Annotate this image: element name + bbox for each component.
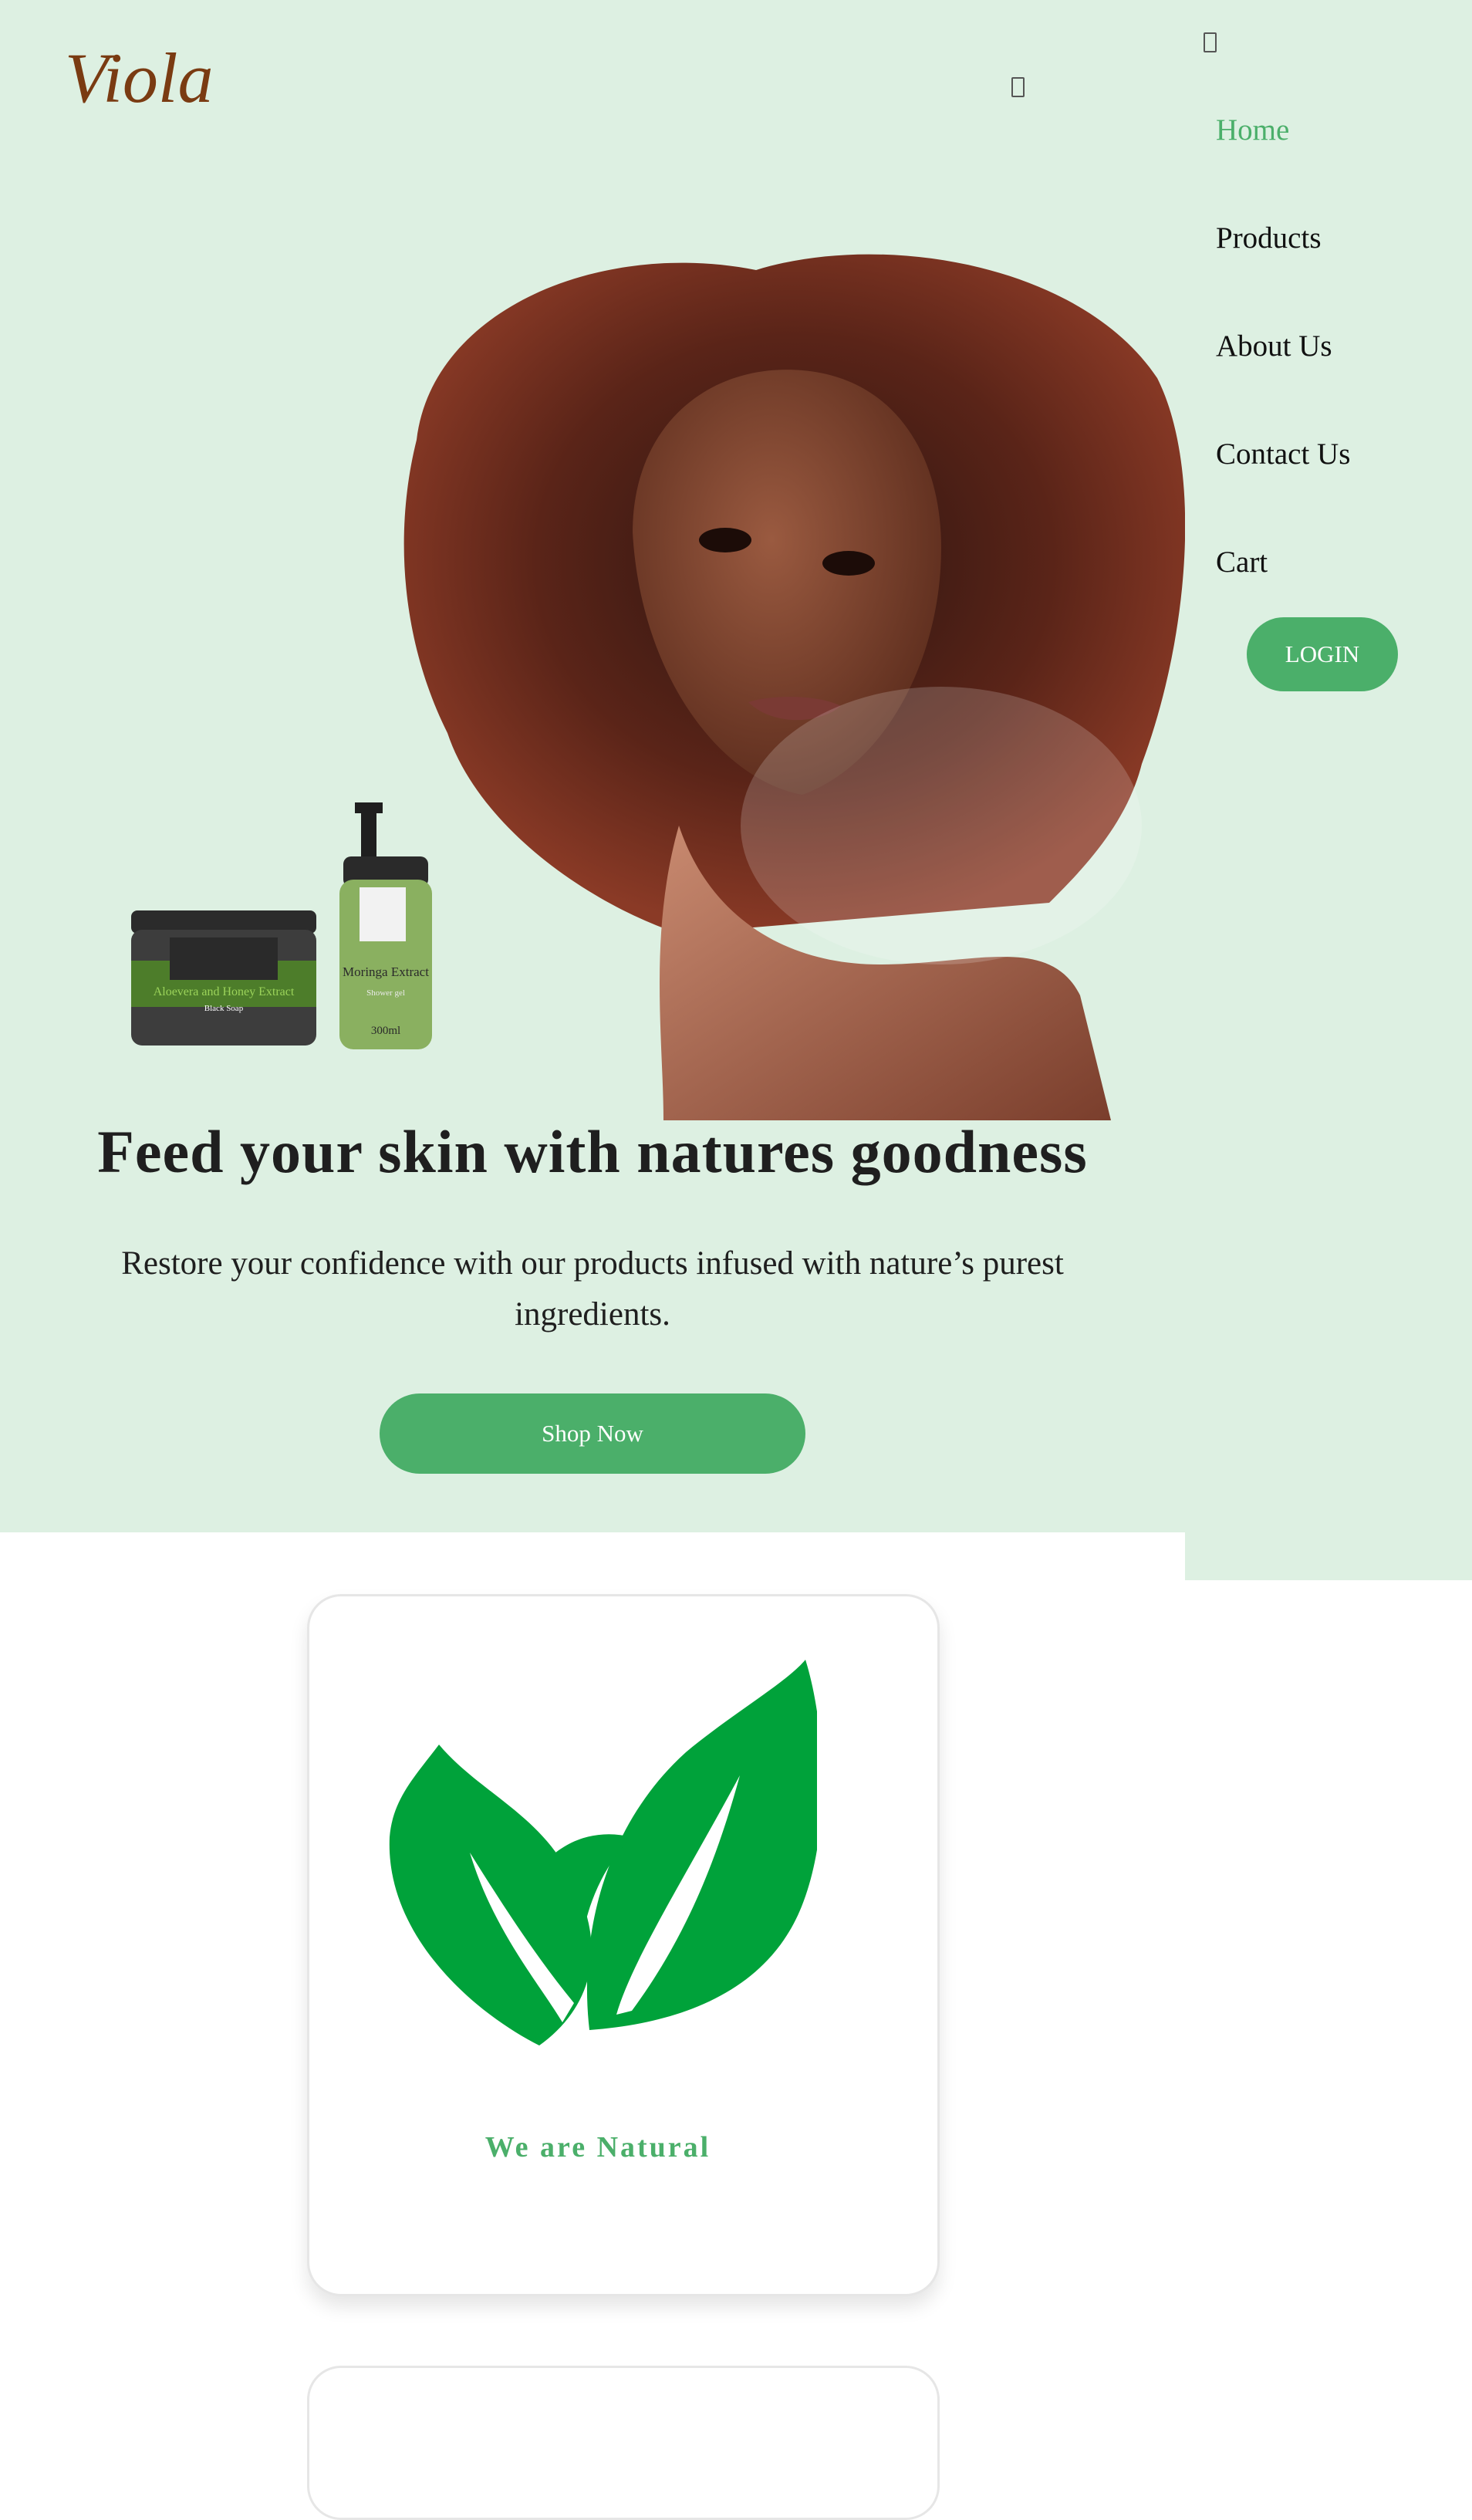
bottle-sublabel: Shower gel bbox=[366, 988, 405, 998]
hero-model-image bbox=[403, 254, 1186, 1120]
feature-card-next bbox=[307, 2366, 940, 2520]
nav-item-about-us[interactable]: About Us bbox=[1216, 329, 1332, 363]
shop-now-button[interactable]: Shop Now bbox=[380, 1393, 805, 1474]
content-background bbox=[889, 1532, 1472, 2390]
hero-section: Viola Aloevera and Honey Extract Black S… bbox=[0, 0, 1186, 1532]
logo-text: Viola bbox=[65, 40, 214, 117]
nav-item-home[interactable]: Home bbox=[1216, 113, 1289, 147]
hero-products-image: Aloevera and Honey Extract Black Soap Mo… bbox=[131, 802, 432, 1049]
leaf-icon bbox=[389, 1660, 817, 2045]
bottle-label: Moringa Extract bbox=[343, 964, 429, 979]
login-button[interactable]: LOGIN bbox=[1247, 617, 1398, 691]
jar-sublabel: Black Soap bbox=[204, 1004, 244, 1013]
nav-item-cart[interactable]: Cart bbox=[1216, 545, 1268, 579]
nav-item-contact-us[interactable]: Contact Us bbox=[1216, 437, 1350, 471]
jar-label: Aloevera and Honey Extract bbox=[154, 985, 295, 998]
hero-subtitle: Restore your confidence with our product… bbox=[121, 1245, 1064, 1333]
viola-logo[interactable]: Viola bbox=[65, 40, 304, 117]
bottle-volume: 300ml bbox=[371, 1025, 400, 1037]
nav-item-products[interactable]: Products bbox=[1216, 221, 1322, 255]
feature-title: We are Natural bbox=[484, 2131, 711, 2164]
mobile-nav-panel: Home Products About Us Contact Us Cart L… bbox=[1185, 0, 1472, 1580]
hero-title: Feed your skin with natures goodness bbox=[97, 1118, 1088, 1185]
feature-card: We are Natural bbox=[307, 1594, 940, 2296]
close-icon[interactable] bbox=[1204, 32, 1217, 52]
hamburger-icon[interactable] bbox=[1011, 77, 1025, 97]
